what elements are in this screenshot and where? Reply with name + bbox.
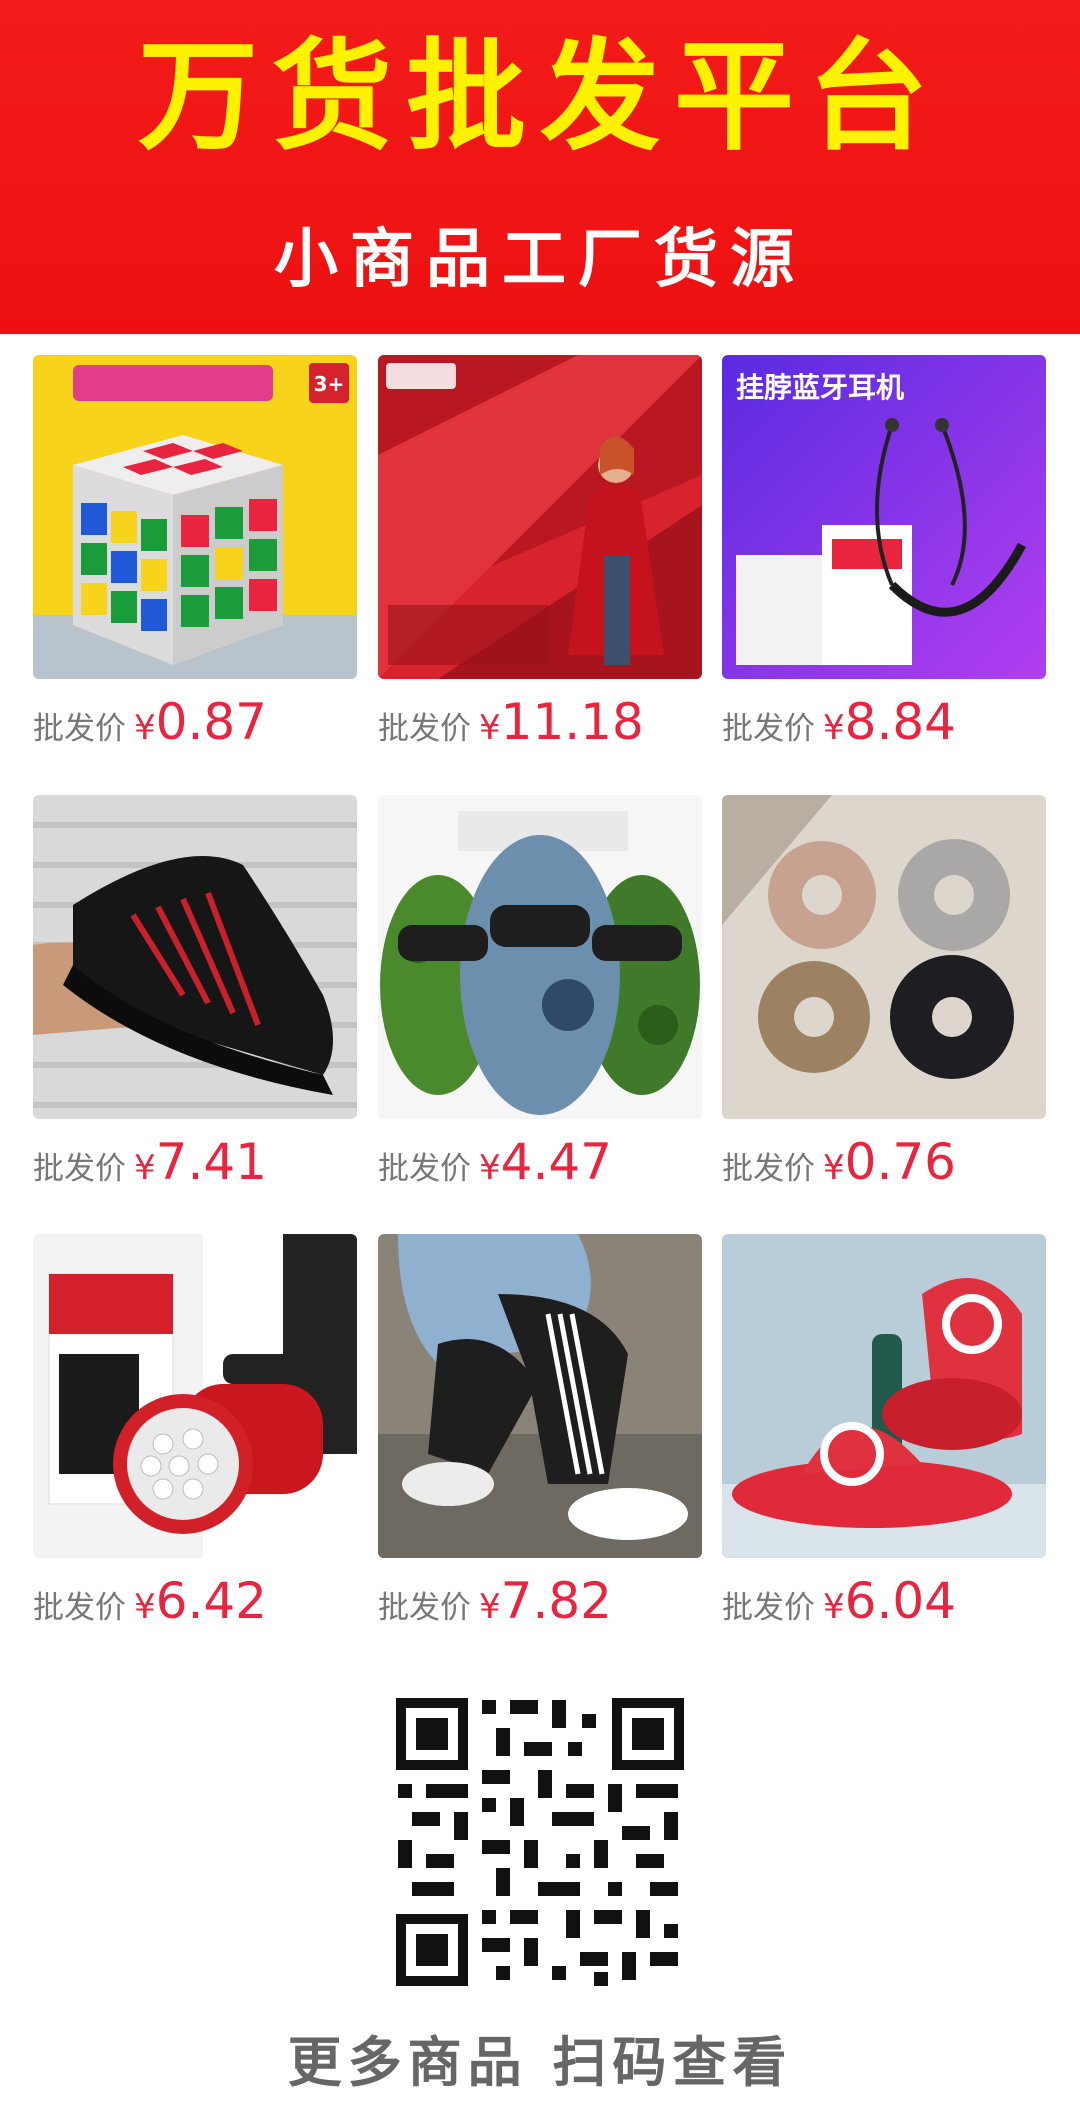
sneaker-image[interactable] <box>33 795 357 1119</box>
currency-symbol: ¥ <box>134 1587 156 1627</box>
price-label: 批发价 <box>378 711 471 747</box>
price-row: 批发价 ¥0.76 <box>722 1133 1062 1203</box>
hair-scrunchies-image[interactable] <box>722 795 1046 1119</box>
price-row: 批发价 ¥7.41 <box>33 1133 373 1203</box>
header-banner: 万货批发平台 小商品工厂货源 <box>0 0 1080 334</box>
bluetooth-earphones-image[interactable]: 挂脖蓝牙耳机 <box>722 355 1046 679</box>
price-row: 批发价 ¥11.18 <box>378 693 718 763</box>
page-title: 万货批发平台 <box>138 28 942 167</box>
price-row: 批发价 ¥6.04 <box>722 1572 1062 1642</box>
price-value: 0.76 <box>844 1133 956 1191</box>
price-row: 批发价 ¥0.87 <box>33 693 373 763</box>
currency-symbol: ¥ <box>479 1587 501 1627</box>
price-value: 6.42 <box>155 1572 267 1630</box>
currency-symbol: ¥ <box>479 1148 501 1188</box>
price-row: 批发价 ¥4.47 <box>378 1133 718 1203</box>
price-label: 批发价 <box>378 1151 471 1187</box>
price-label: 批发价 <box>722 711 815 747</box>
currency-symbol: ¥ <box>479 708 501 748</box>
price-label: 批发价 <box>722 1151 815 1187</box>
price-label: 批发价 <box>378 1590 471 1626</box>
currency-symbol: ¥ <box>823 1148 845 1188</box>
currency-symbol: ¥ <box>134 1148 156 1188</box>
age-tag: 3+ <box>314 372 345 396</box>
price-label: 批发价 <box>33 1151 126 1187</box>
price-label: 批发价 <box>33 1590 126 1626</box>
currency-symbol: ¥ <box>134 708 156 748</box>
flashlight-image[interactable] <box>33 1234 357 1558</box>
price-row: 批发价 ¥8.84 <box>722 693 1062 763</box>
jogger-pants-image[interactable] <box>378 1234 702 1558</box>
price-value: 6.04 <box>844 1572 956 1630</box>
red-fabric-image[interactable] <box>378 355 702 679</box>
qr-code-icon[interactable] <box>392 1694 688 1990</box>
product-caption: 挂脖蓝牙耳机 <box>736 371 904 404</box>
price-label: 批发价 <box>33 711 126 747</box>
price-value: 7.41 <box>155 1133 267 1191</box>
price-value: 11.18 <box>500 693 644 751</box>
rubiks-cube-image[interactable]: 3+ <box>33 355 357 679</box>
price-value: 8.84 <box>844 693 956 751</box>
scan-instruction: 更多商品 扫码查看 <box>287 2031 793 2094</box>
price-value: 0.87 <box>155 693 267 751</box>
price-value: 4.47 <box>500 1133 612 1191</box>
camo-balaclava-image[interactable] <box>378 795 702 1119</box>
price-value: 7.82 <box>500 1572 612 1630</box>
red-slipper-image[interactable] <box>722 1234 1046 1558</box>
currency-symbol: ¥ <box>823 708 845 748</box>
page-subtitle: 小商品工厂货源 <box>274 223 806 297</box>
price-label: 批发价 <box>722 1590 815 1626</box>
currency-symbol: ¥ <box>823 1587 845 1627</box>
price-row: 批发价 ¥6.42 <box>33 1572 373 1642</box>
price-row: 批发价 ¥7.82 <box>378 1572 718 1642</box>
